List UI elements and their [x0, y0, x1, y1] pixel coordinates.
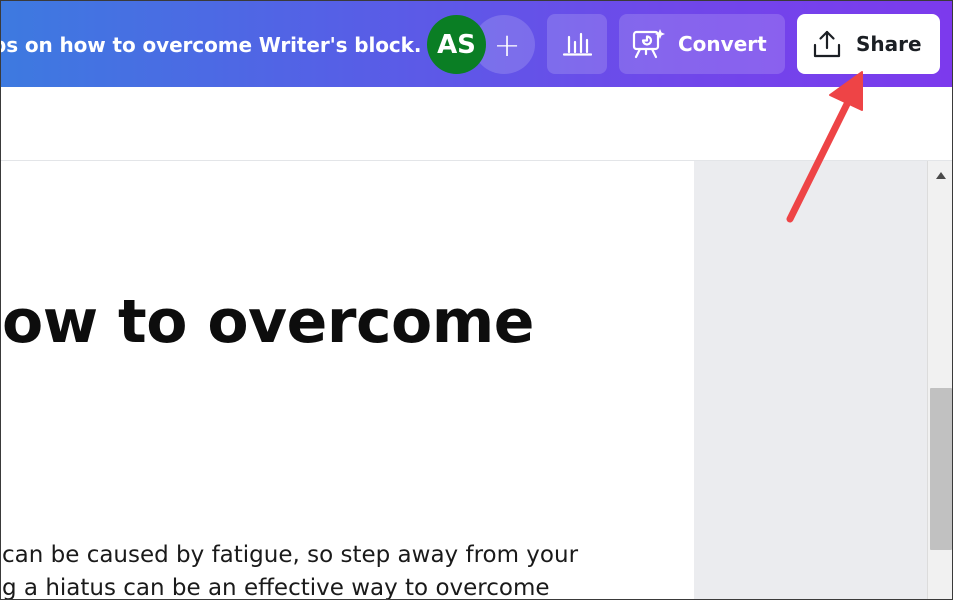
page-heading[interactable]: ow to overcome [2, 287, 534, 357]
share-label: Share [856, 32, 922, 56]
avatar[interactable]: AS [427, 15, 486, 74]
vertical-scrollbar[interactable] [927, 161, 953, 600]
body-text-line[interactable]: g a hiatus can be an effective way to ov… [2, 575, 550, 600]
insights-button[interactable] [547, 14, 607, 74]
convert-button[interactable]: Convert [619, 14, 785, 74]
body-text-line[interactable]: can be caused by fatigue, so step away f… [2, 542, 578, 568]
share-button[interactable]: Share [797, 14, 940, 74]
upload-icon [813, 30, 841, 58]
scrollbar-thumb[interactable] [930, 388, 952, 550]
top-bar: ps on how to overcome Writer's block. + … [0, 0, 953, 87]
convert-label: Convert [678, 32, 767, 56]
plus-icon: + [493, 25, 521, 64]
document-title[interactable]: ps on how to overcome Writer's block. [0, 33, 421, 57]
presentation-sparkle-icon [632, 29, 665, 59]
triangle-up-icon [936, 171, 946, 179]
editor-toolbar [0, 87, 953, 161]
scroll-up-button[interactable] [928, 165, 953, 185]
bar-chart-icon [562, 32, 592, 56]
document-page[interactable]: ow to overcome can be caused by fatigue,… [0, 161, 694, 600]
